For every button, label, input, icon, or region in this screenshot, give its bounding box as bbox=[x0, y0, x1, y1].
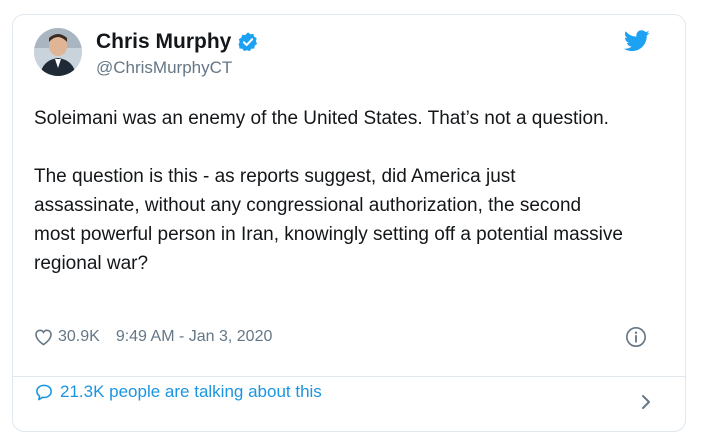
author-handle[interactable]: @ChrisMurphyCT bbox=[96, 58, 232, 78]
tweet-paragraph-1: Soleimani was an enemy of the United Sta… bbox=[34, 108, 609, 129]
avatar-photo bbox=[34, 28, 82, 76]
heart-icon[interactable] bbox=[34, 328, 53, 346]
conversation-text[interactable]: 21.3K people are talking about this bbox=[60, 382, 322, 402]
info-icon[interactable] bbox=[625, 326, 647, 348]
divider bbox=[12, 376, 686, 377]
tweet-text: Soleimani was an enemy of the United Sta… bbox=[34, 104, 624, 278]
tweet-timestamp[interactable]: 9:49 AM - Jan 3, 2020 bbox=[116, 328, 273, 346]
author-name[interactable]: Chris Murphy bbox=[96, 30, 231, 54]
verified-badge-icon bbox=[238, 32, 258, 52]
speech-bubble-icon bbox=[36, 384, 52, 400]
conversation-link[interactable]: 21.3K people are talking about this bbox=[34, 382, 322, 402]
like-count[interactable]: 30.9K bbox=[58, 328, 100, 346]
author-name-row: Chris Murphy bbox=[96, 30, 259, 54]
twitter-bird-icon[interactable] bbox=[624, 30, 650, 52]
avatar[interactable] bbox=[34, 28, 82, 76]
tweet-paragraph-2: The question is this - as reports sugges… bbox=[34, 166, 623, 274]
chevron-right-icon[interactable] bbox=[640, 394, 652, 410]
tweet-meta: 30.9K 9:49 AM - Jan 3, 2020 bbox=[34, 328, 272, 346]
